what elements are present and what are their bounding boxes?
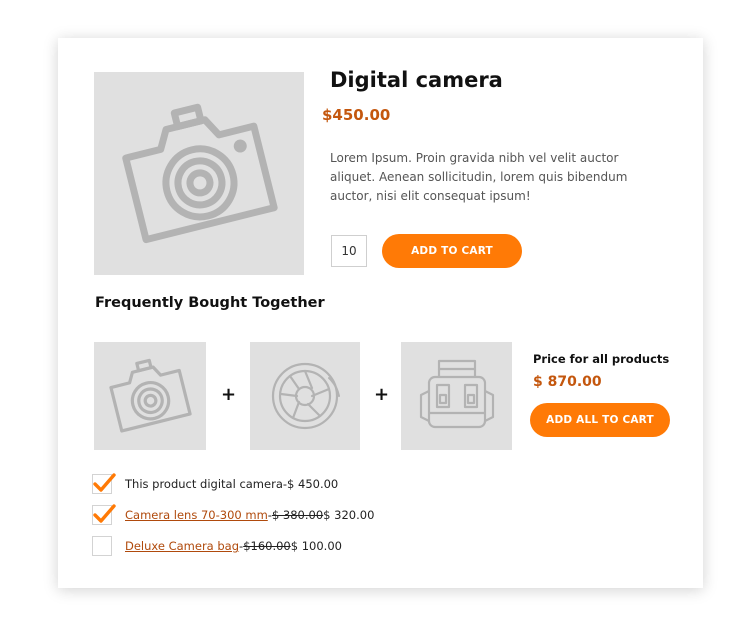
- bundle-item-row: Camera lens 70-300 mm - $ 380.00 $ 320.0…: [92, 504, 375, 525]
- checkmark-icon: [93, 504, 116, 523]
- bundle-total-label: Price for all products: [533, 352, 670, 366]
- bundle-item-price: $ 450.00: [287, 477, 339, 491]
- bundle-item-price: $ 100.00: [290, 539, 342, 553]
- bundle-title: Frequently Bought Together: [95, 295, 325, 311]
- product-price: $450.00: [322, 106, 391, 124]
- camera-icon: [122, 103, 278, 243]
- bundle-item-checkbox[interactable]: [92, 504, 116, 525]
- bundle-item-bag-thumb[interactable]: [401, 342, 512, 450]
- product-card: Digital camera $450.00 Lorem Ipsum. Proi…: [58, 38, 703, 588]
- bundle-item-checkbox[interactable]: [92, 536, 112, 556]
- add-to-cart-button[interactable]: ADD TO CART: [382, 234, 522, 268]
- plus-sign: +: [221, 384, 237, 405]
- product-description: Lorem Ipsum. Proin gravida nibh vel veli…: [330, 151, 628, 203]
- checkmark-icon: [93, 473, 116, 492]
- plus-sign: +: [374, 384, 390, 405]
- bundle-item-price: $ 320.00: [323, 508, 375, 522]
- bundle-item-old-price: $160.00: [243, 539, 291, 553]
- bundle-item-link[interactable]: Camera lens 70-300 mm: [125, 508, 268, 522]
- bundle-total-price: $ 870.00: [533, 374, 602, 390]
- bundle-item-row: This product digital camera - $ 450.00: [92, 473, 339, 494]
- bundle-item-row: Deluxe Camera bag - $160.00 $ 100.00: [92, 536, 342, 556]
- quantity-input[interactable]: [331, 235, 367, 267]
- bundle-item-checkbox[interactable]: [92, 473, 116, 494]
- camera-lens-icon: [271, 362, 340, 430]
- camera-bag-icon: [419, 359, 494, 429]
- add-all-to-cart-button[interactable]: ADD ALL TO CART: [530, 403, 670, 437]
- camera-icon: [109, 358, 192, 433]
- product-title: Digital camera: [330, 68, 503, 92]
- bundle-item-camera-thumb[interactable]: [94, 342, 206, 450]
- bundle-item-name: This product digital camera: [125, 477, 283, 491]
- bundle-item-lens-thumb[interactable]: [250, 342, 360, 450]
- bundle-item-link[interactable]: Deluxe Camera bag: [125, 539, 239, 553]
- bundle-item-old-price: $ 380.00: [271, 508, 324, 522]
- product-image[interactable]: [94, 72, 304, 275]
